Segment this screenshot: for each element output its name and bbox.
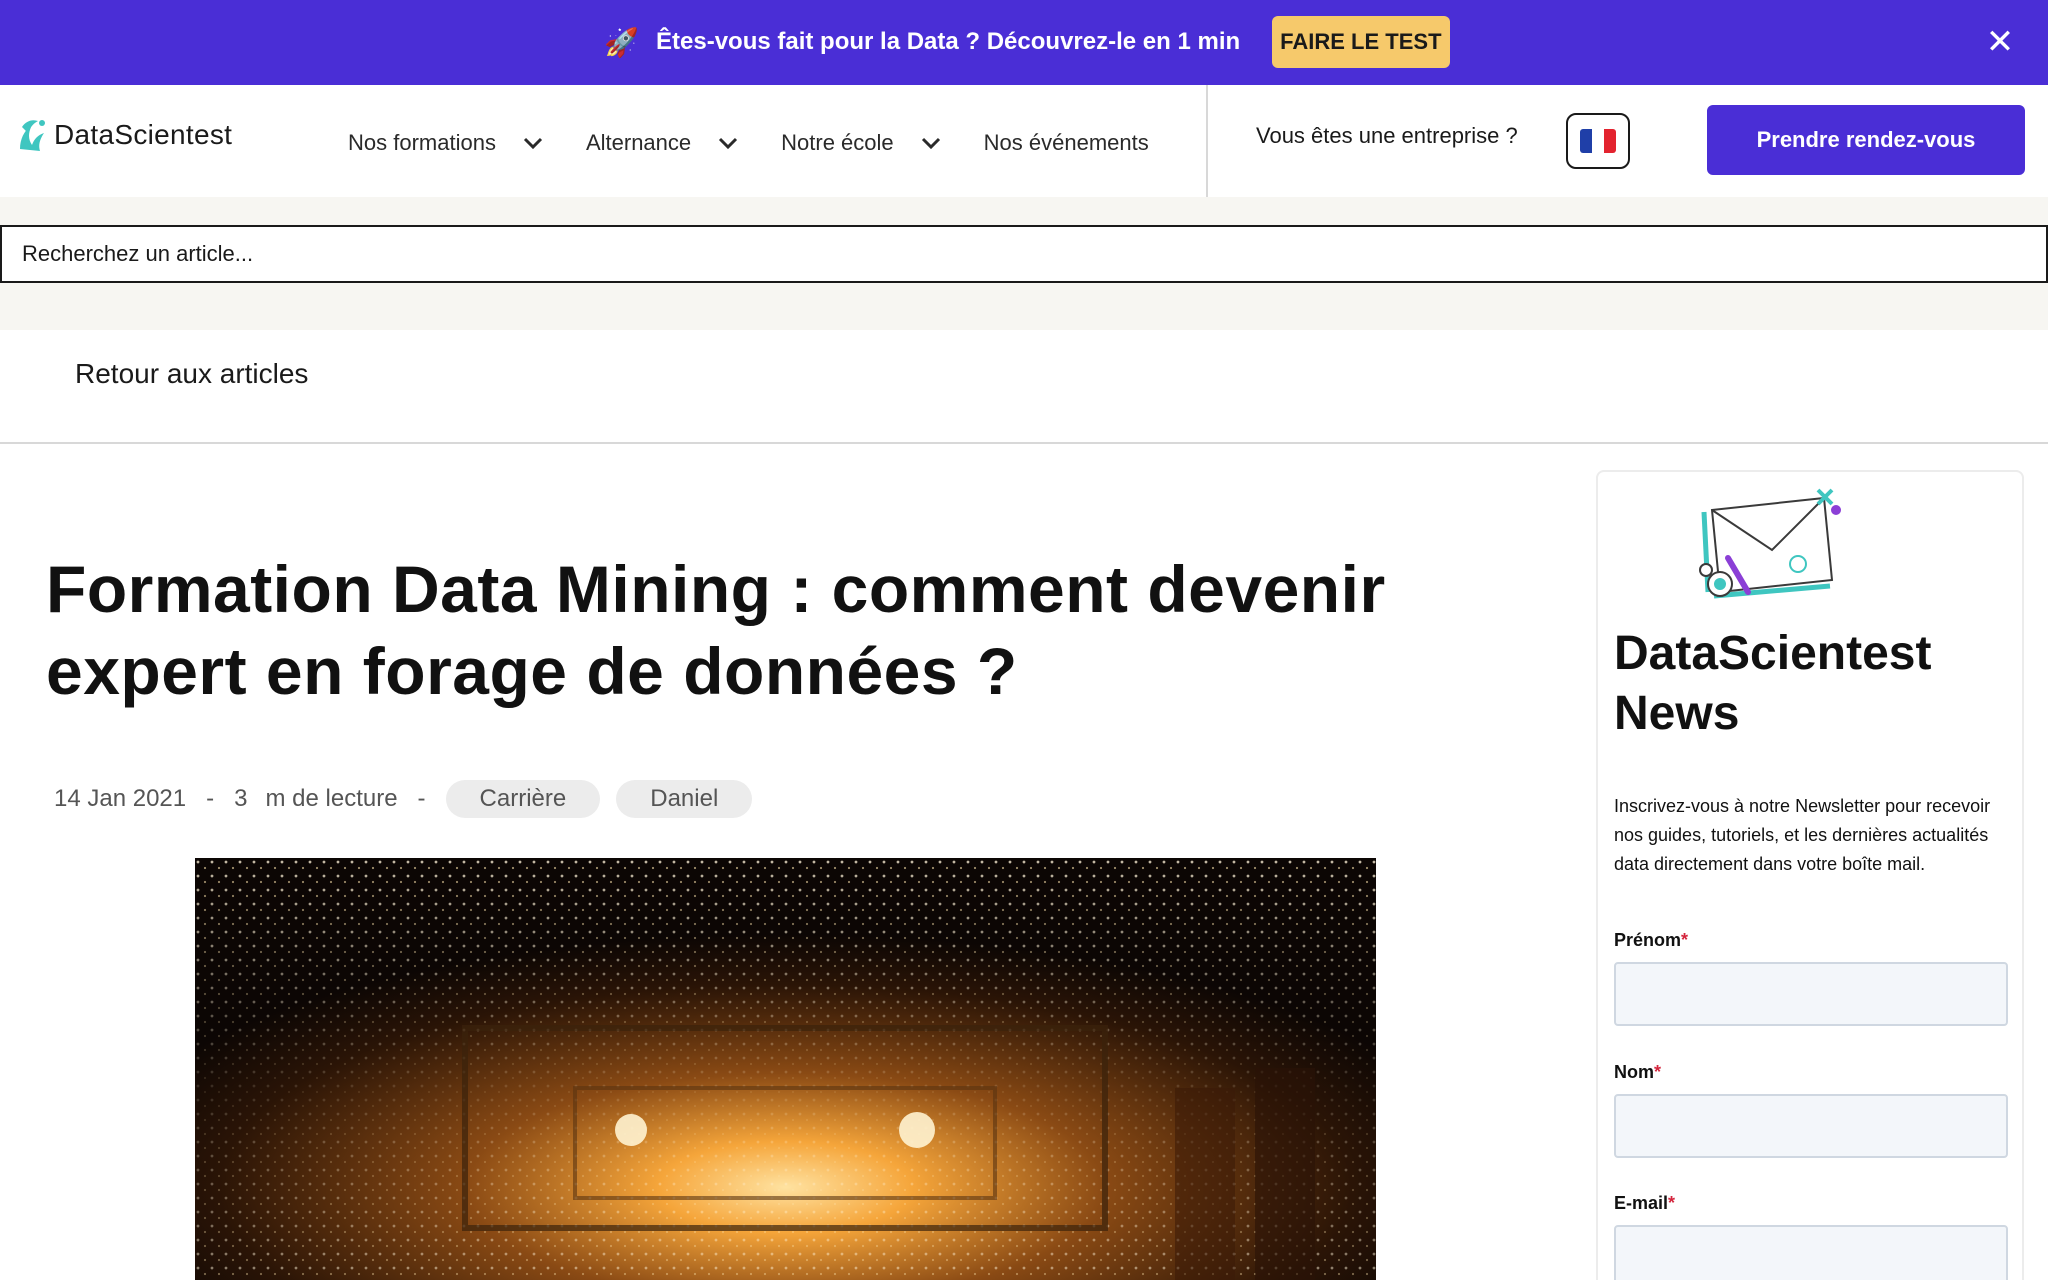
logo[interactable]: DataScientest: [16, 111, 232, 159]
newsletter-title: DataScientest News: [1614, 627, 1932, 740]
article-meta: 14 Jan 2021 - 3 m de lecture - Carrière …: [54, 780, 768, 818]
nav-item-label: Notre école: [781, 130, 894, 155]
nav-item-ecole[interactable]: Notre école: [781, 130, 942, 156]
search-band: [0, 197, 2048, 330]
nav-item-label: Nos événements: [983, 130, 1149, 155]
chevron-down-icon: [719, 137, 738, 150]
email-label: E-mail*: [1614, 1193, 1675, 1214]
tag-author[interactable]: Daniel: [616, 780, 753, 818]
back-to-articles-link[interactable]: Retour aux articles: [75, 358, 308, 390]
nav-item-formations[interactable]: Nos formations: [348, 130, 544, 156]
nav-item-label: Alternance: [585, 130, 692, 155]
envelope-illustration-icon: [1699, 488, 1841, 599]
enterprise-link[interactable]: Vous êtes une entreprise ?: [1256, 123, 1518, 149]
promo-content: 🚀 Êtes-vous fait pour la Data ? Découvre…: [604, 16, 1450, 68]
meta-separator: -: [417, 785, 426, 812]
book-appointment-button[interactable]: Prendre rendez-vous: [1707, 105, 2025, 175]
lastname-input[interactable]: [1614, 1094, 2008, 1158]
read-time-label: m de lecture: [265, 785, 398, 812]
promo-banner: 🚀 Êtes-vous fait pour la Data ? Découvre…: [0, 0, 2048, 85]
rocket-icon: 🚀: [604, 26, 639, 58]
chevron-down-icon: [921, 137, 940, 150]
nav-divider: [1206, 85, 1208, 197]
required-mark: *: [1681, 930, 1689, 950]
nav-item-alternance[interactable]: Alternance: [586, 130, 739, 156]
article-date: 14 Jan 2021: [54, 785, 187, 812]
datascientest-logo-icon: [20, 120, 45, 151]
field-label-text: E-mail: [1614, 1193, 1669, 1213]
language-selector[interactable]: [1566, 113, 1630, 169]
main-nav: Nos formations Alternance Notre école No…: [348, 119, 1149, 167]
logo-text: DataScientest: [54, 119, 233, 150]
meta-separator: -: [206, 785, 215, 812]
required-mark: *: [1654, 1062, 1662, 1082]
field-label-text: Nom: [1614, 1062, 1654, 1082]
newsletter-description: Inscrivez-vous à notre Newsletter pour r…: [1614, 796, 1991, 874]
search-input[interactable]: [0, 225, 2048, 283]
nav-item-evenements[interactable]: Nos événements: [984, 130, 1149, 156]
firstname-label: Prénom*: [1614, 930, 1688, 951]
read-time-value: 3: [234, 785, 248, 812]
email-input[interactable]: [1614, 1225, 2008, 1280]
back-row: Retour aux articles: [0, 330, 2048, 444]
firstname-input[interactable]: [1614, 962, 2008, 1026]
article-hero-image: [195, 858, 1376, 1280]
newsletter-card: DataScientest News Inscrivez-vous à notr…: [1596, 470, 2024, 1280]
article-title: Formation Data Mining : comment devenir …: [46, 552, 1386, 708]
site-header: DataScientest Nos formations Alternance …: [0, 85, 2048, 197]
required-mark: *: [1668, 1193, 1676, 1213]
field-label-text: Prénom: [1614, 930, 1682, 950]
chevron-down-icon: [523, 137, 543, 150]
take-test-button[interactable]: FAIRE LE TEST: [1272, 16, 1450, 68]
lastname-label: Nom*: [1614, 1062, 1661, 1083]
tag-category[interactable]: Carrière: [445, 780, 601, 818]
nav-item-label: Nos formations: [348, 130, 496, 155]
close-icon[interactable]: ✕: [1980, 22, 2020, 62]
promo-text: Êtes-vous fait pour la Data ? Découvrez-…: [656, 28, 1241, 55]
france-flag-icon: [1580, 129, 1616, 153]
